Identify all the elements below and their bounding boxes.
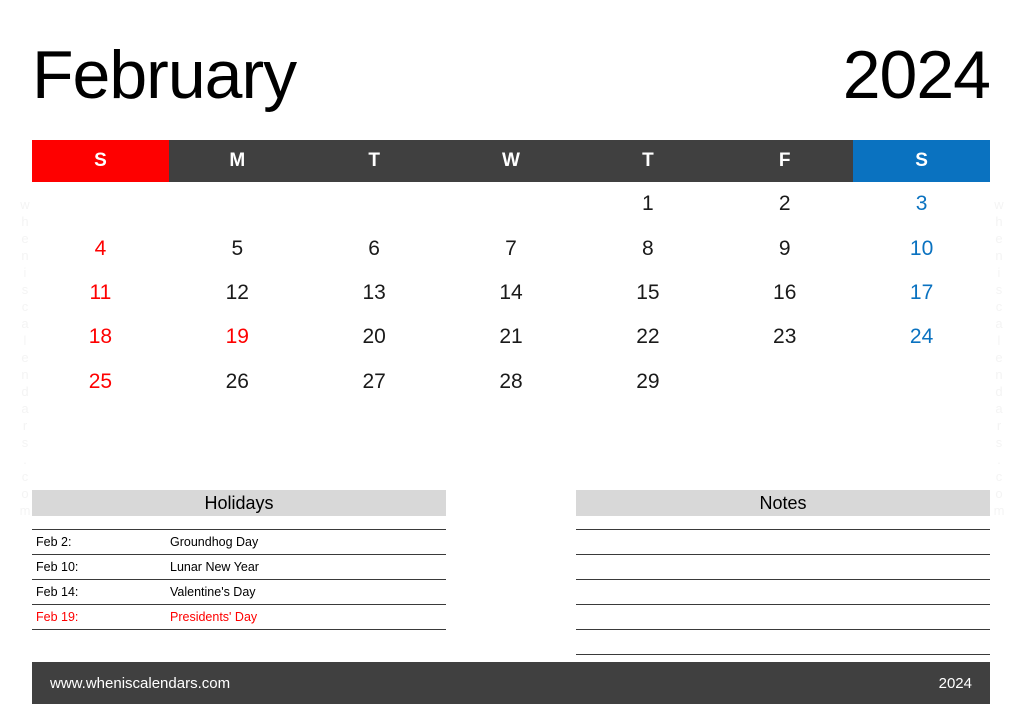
date-cell-22[interactable]: 22 (579, 315, 716, 359)
date-cell-8[interactable]: 8 (579, 226, 716, 270)
holiday-name: Valentine's Day (170, 585, 256, 599)
date-cell-2[interactable]: 2 (716, 182, 853, 226)
week-row: 18 19 20 21 22 23 24 (32, 315, 990, 359)
date-cell-29[interactable]: 29 (579, 360, 716, 404)
note-line[interactable] (576, 604, 990, 629)
notes-panel: Notes (576, 490, 990, 655)
watermark-left: wheniscalendars.com (19, 197, 31, 518)
note-line[interactable] (576, 529, 990, 554)
weekday-header-cell-0: S (32, 140, 169, 182)
date-cell-25[interactable]: 25 (32, 360, 169, 404)
week-row: 25 26 27 28 29 (32, 360, 990, 404)
holiday-date: Feb 2: (36, 535, 72, 549)
notes-panel-title: Notes (576, 490, 990, 516)
date-cell-17[interactable]: 17 (853, 271, 990, 315)
date-cell-1[interactable]: 1 (579, 182, 716, 226)
date-cell-23[interactable]: 23 (716, 315, 853, 359)
holiday-date: Feb 10: (36, 560, 79, 574)
date-cell-9[interactable]: 9 (716, 226, 853, 270)
holiday-row: Feb 19: Presidents' Day (32, 604, 446, 630)
date-cell-18[interactable]: 18 (32, 315, 169, 359)
holiday-row: Feb 10: Lunar New Year (32, 554, 446, 579)
date-cell-19[interactable]: 19 (169, 315, 306, 359)
week-row: 11 12 13 14 15 16 17 (32, 271, 990, 315)
month-title: February (32, 37, 297, 113)
week-row: 4 5 6 7 8 9 10 (32, 226, 990, 270)
weekday-header-cell-5: F (716, 140, 854, 182)
calendar-page: February 2024 SMTWTFS 1 2 3 4 5 6 7 8 9 10 11 12 13 1… (0, 0, 1024, 724)
holiday-name: Groundhog Day (170, 535, 259, 549)
note-line[interactable] (576, 629, 990, 655)
date-cell-27[interactable]: 27 (306, 360, 443, 404)
date-cell-28[interactable]: 28 (443, 360, 580, 404)
holidays-panel: Holidays Feb 2: Groundhog Day Feb 10: Lunar… (32, 490, 446, 642)
holiday-row: Feb 2: Groundhog Day (32, 529, 446, 554)
weekday-header-cell-1: M (168, 140, 306, 182)
note-line[interactable] (576, 579, 990, 604)
date-cell-6[interactable]: 6 (306, 226, 443, 270)
date-cell-empty (306, 182, 443, 226)
date-cell-empty (169, 182, 306, 226)
date-cell-5[interactable]: 5 (169, 226, 306, 270)
date-cell-empty (32, 182, 169, 226)
holiday-date: Feb 14: (36, 585, 79, 599)
date-cell-3[interactable]: 3 (853, 182, 990, 226)
date-cell-14[interactable]: 14 (443, 271, 580, 315)
date-cell-24[interactable]: 24 (853, 315, 990, 359)
holidays-panel-title: Holidays (32, 490, 446, 516)
date-cell-empty (443, 182, 580, 226)
weekday-header-cell-3: W (442, 140, 580, 182)
date-cell-empty (853, 360, 990, 404)
weekday-header-row: SMTWTFS (32, 140, 991, 182)
date-cell-16[interactable]: 16 (716, 271, 853, 315)
holiday-date: Feb 19: (36, 610, 79, 624)
date-cell-7[interactable]: 7 (443, 226, 580, 270)
date-cell-15[interactable]: 15 (579, 271, 716, 315)
date-cell-26[interactable]: 26 (169, 360, 306, 404)
notes-lines (576, 529, 990, 655)
date-cell-empty (716, 360, 853, 404)
week-row: 123 (32, 182, 990, 226)
date-cell-4[interactable]: 4 (32, 226, 169, 270)
date-cell-10[interactable]: 10 (853, 226, 990, 270)
note-line[interactable] (576, 554, 990, 579)
date-grid: 1 2 3 4 5 6 7 8 9 10 11 12 13 14 15 16 17 18 19 20 21 22 23 24 2… (32, 182, 990, 404)
calendar-title-row: February 2024 (32, 34, 991, 116)
footer-site-url[interactable]: www.wheniscalendars.com (50, 675, 230, 692)
holidays-list: Feb 2: Groundhog Day Feb 10: Lunar New Year… (32, 529, 446, 630)
date-cell-11[interactable]: 11 (32, 271, 169, 315)
holiday-row: Feb 14: Valentine's Day (32, 579, 446, 604)
holiday-name: Presidents' Day (170, 610, 258, 624)
footer-year: 2024 (938, 674, 972, 692)
date-cell-21[interactable]: 21 (443, 315, 580, 359)
holiday-name: Lunar New Year (170, 560, 259, 574)
year-title: 2024 (842, 37, 991, 113)
footer-bar: www.wheniscalendars.com 2024 (32, 662, 990, 704)
date-cell-12[interactable]: 12 (169, 271, 306, 315)
weekday-header-cell-4: T (579, 140, 717, 182)
date-cell-20[interactable]: 20 (306, 315, 443, 359)
weekday-header-cell-6: S (853, 140, 991, 182)
date-cell-13[interactable]: 13 (306, 271, 443, 315)
bottom-panels: Holidays Feb 2: Groundhog Day Feb 10: Lunar… (32, 490, 990, 655)
weekday-header-cell-2: T (305, 140, 443, 182)
watermark-right: wheniscalendars.com (993, 197, 1005, 518)
